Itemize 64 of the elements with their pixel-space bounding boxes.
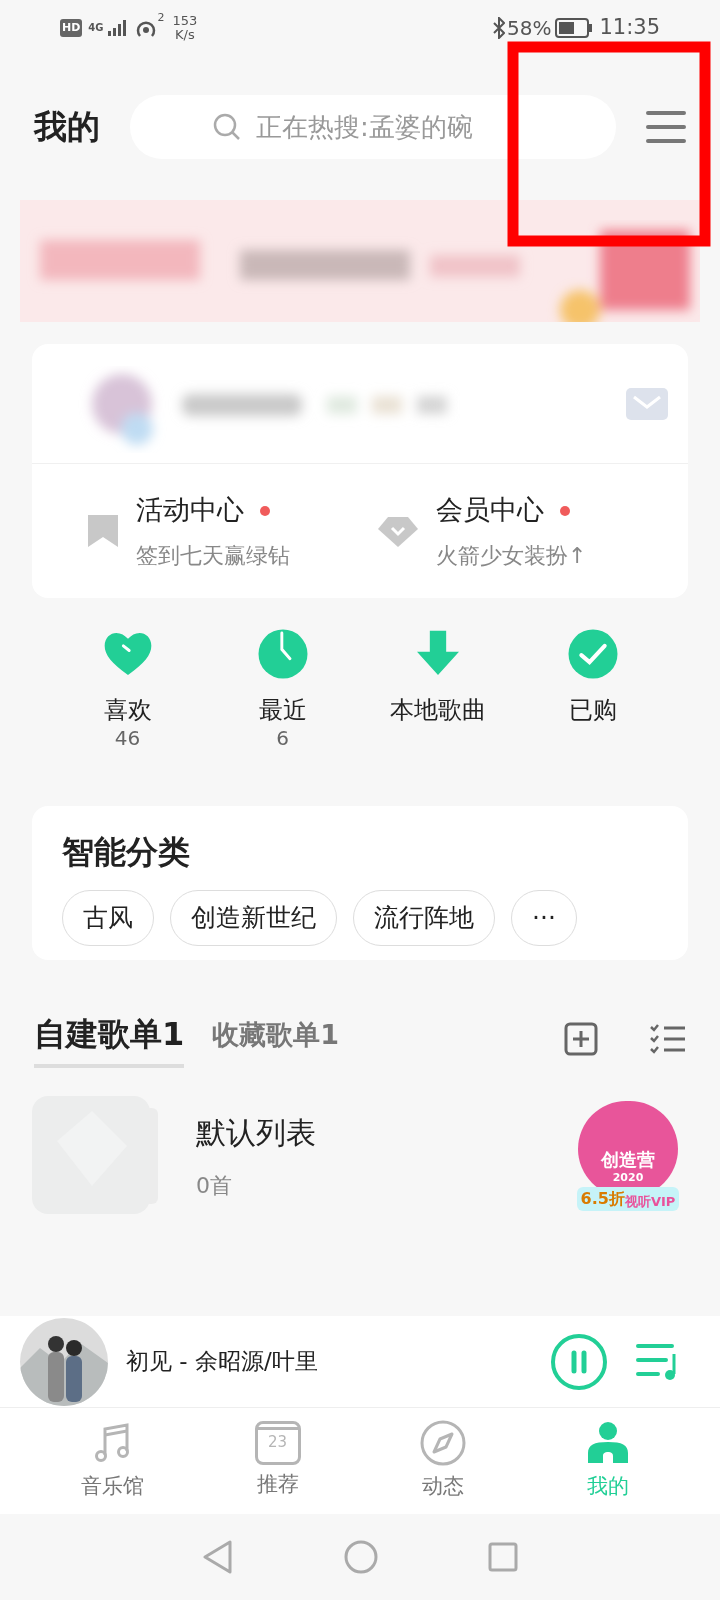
add-icon[interactable] <box>564 1022 598 1056</box>
bookmark-icon <box>88 515 118 547</box>
hotspot-count: 2 <box>157 10 165 26</box>
shortcut-item[interactable]: 已购 <box>515 626 670 786</box>
battery-icon <box>555 18 594 38</box>
search-icon <box>212 112 242 142</box>
category-tag[interactable]: 流行阵地 <box>353 890 495 946</box>
shortcut-label: 已购 <box>568 695 617 726</box>
shortcut-count: 46 <box>114 728 141 748</box>
section-title: 智能分类 <box>62 832 191 873</box>
nav-label: 推荐 <box>256 1471 299 1499</box>
back-icon[interactable] <box>202 1540 234 1574</box>
playlist-count: 0首 <box>196 1172 233 1200</box>
menu-icon[interactable] <box>646 109 686 145</box>
shortcut-label: 最近 <box>258 695 307 726</box>
hd-icon: HD <box>60 19 83 37</box>
category-tag[interactable]: 创造新世纪 <box>170 890 337 946</box>
clock-time: 11:35 <box>599 14 660 42</box>
mini-player[interactable]: 初见 - 余昭源/叶里 <box>0 1316 720 1408</box>
playlist-tab[interactable]: 收藏歌单1 <box>212 1012 340 1066</box>
promo-discount: 6.5折 <box>580 1188 625 1210</box>
promo-year: 2020 <box>612 1172 644 1183</box>
shortcut-label: 本地歌曲 <box>389 695 486 726</box>
compass-icon <box>418 1419 467 1468</box>
checklist-icon[interactable] <box>650 1023 686 1055</box>
shortcut-link[interactable]: 会员中心 火箭少女装扮↑ <box>378 490 632 572</box>
recents-icon[interactable] <box>488 1542 518 1572</box>
shortcut-label: 喜欢 <box>103 695 152 726</box>
network-type: 4G <box>88 23 104 33</box>
link-subtitle: 火箭少女装扮↑ <box>436 541 587 570</box>
nav-tab[interactable]: 动态 <box>360 1408 525 1514</box>
playlist-tab[interactable]: 自建歌单1 <box>34 1010 185 1068</box>
nav-tab[interactable]: 音乐馆 <box>30 1408 195 1514</box>
promo-text: 视听VIP <box>624 1193 676 1211</box>
search-field[interactable]: 正在热搜:孟婆的碗 <box>130 95 616 159</box>
link-title: 会员中心 <box>436 493 544 528</box>
home-icon[interactable] <box>344 1540 378 1574</box>
playlist-title: 默认列表 <box>196 1114 316 1152</box>
shortcut-item[interactable]: 喜欢 46 <box>50 626 205 786</box>
diamond-icon <box>378 515 418 547</box>
mail-icon[interactable] <box>626 387 668 420</box>
battery-level: 58% <box>507 15 552 42</box>
speed-unit: K/s <box>175 28 195 42</box>
playlist-row[interactable]: 默认列表 0首 创造营 2020 6.5折视听VIP <box>0 1096 720 1216</box>
nav-tab[interactable]: 23 推荐 <box>195 1408 360 1514</box>
network-speed: 153 <box>172 14 198 28</box>
track-title: 初见 - 余昭源/叶里 <box>126 1347 318 1377</box>
category-tag[interactable]: 古风 <box>62 890 154 946</box>
shortcut-item[interactable]: 最近 6 <box>205 626 360 786</box>
shortcut-link[interactable]: 活动中心 签到七天赢绿钻 <box>88 490 342 572</box>
bluetooth-icon <box>493 17 505 39</box>
promo-name: 创造营 <box>601 1151 655 1169</box>
calendar-icon: 23 <box>254 1421 301 1466</box>
shortcut-item[interactable]: 本地歌曲 <box>360 626 515 786</box>
pause-icon[interactable] <box>550 1332 608 1391</box>
signal-icon <box>105 19 128 37</box>
page-title: 我的 <box>34 106 100 149</box>
link-title: 活动中心 <box>136 493 244 528</box>
category-tag[interactable]: ··· <box>511 890 577 946</box>
shortcut-count: 6 <box>276 728 289 748</box>
nav-label: 我的 <box>586 1473 629 1501</box>
nav-label: 音乐馆 <box>81 1473 144 1501</box>
nav-label: 动态 <box>421 1473 464 1501</box>
link-subtitle: 签到七天赢绿钻 <box>136 541 290 570</box>
